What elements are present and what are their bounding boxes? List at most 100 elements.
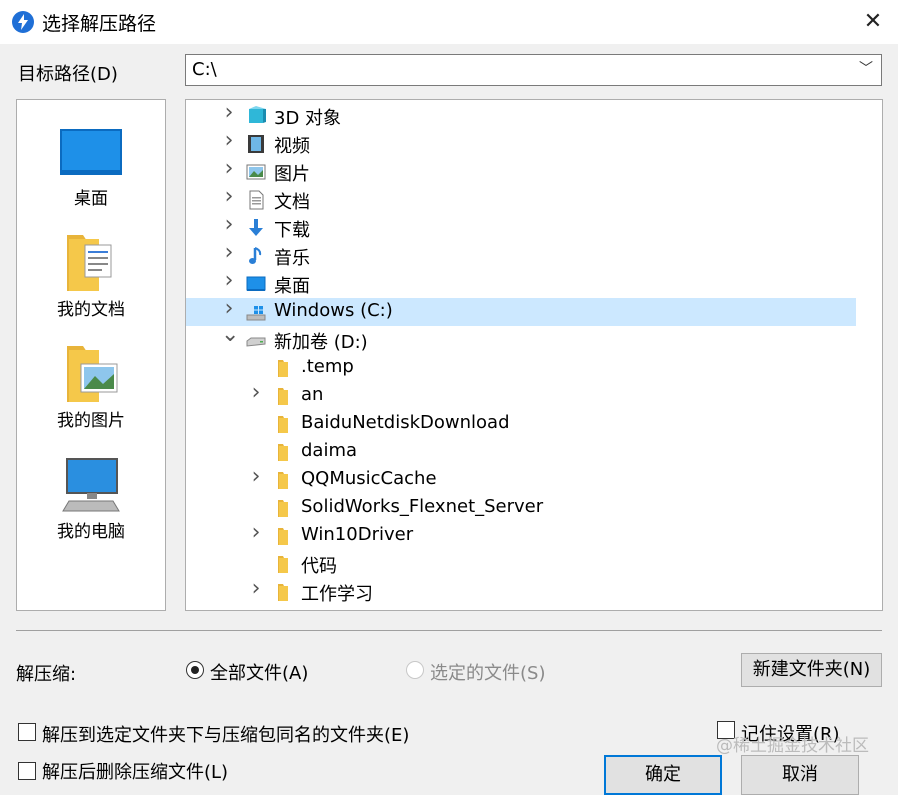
tree-item[interactable]: › QQMusicCache — [186, 464, 856, 494]
watermark: @稀土掘金技术社区 — [716, 736, 869, 756]
folder-icon — [278, 472, 288, 489]
chevron-right-icon[interactable]: › — [248, 380, 264, 405]
quick-access-panel: 桌面 我的文档 我的图片 我的电脑 — [16, 99, 166, 611]
tree-item-label: 工作学习 — [301, 584, 373, 605]
chevron-right-icon[interactable]: › — [221, 184, 237, 209]
quick-access-label: 桌面 — [74, 189, 108, 209]
tree-item[interactable]: › Windows (C:) — [186, 296, 856, 326]
chevron-right-icon[interactable]: › — [248, 576, 264, 601]
tree-item-label: Win10Driver — [301, 524, 414, 545]
chevron-right-icon[interactable]: › — [221, 212, 237, 237]
tree-item[interactable]: › 3D 对象 — [186, 100, 856, 130]
extract-same-name-label[interactable]: 解压到选定文件夹下与压缩包同名的文件夹(E) — [42, 721, 409, 747]
path-label: 目标路径(D) — [18, 64, 118, 85]
computer-icon — [62, 458, 120, 512]
folder-tree[interactable]: › 3D 对象 › 视频 › 图片 › 文档 › 下载 › 音乐 › 桌面 › Windows (C:) ⌄ 新加… — [185, 99, 883, 611]
tree-item[interactable]: › 视频 — [186, 128, 856, 158]
pictures-folder-icon — [67, 346, 118, 402]
cancel-button[interactable]: 取消 — [741, 755, 859, 795]
quick-access-pictures[interactable]: 我的图片 — [17, 334, 165, 434]
folder-icon — [278, 388, 288, 405]
tree-item-label: BaiduNetdiskDownload — [301, 412, 510, 433]
tree-item[interactable]: › 下载 — [186, 212, 856, 242]
drive-icon — [246, 337, 266, 347]
videos-icon — [248, 135, 264, 153]
tree-item[interactable]: › 图片 — [186, 156, 856, 186]
window-title: 选择解压路径 — [42, 13, 157, 35]
new-folder-button[interactable]: 新建文件夹(N) — [741, 653, 882, 687]
windows-drive-icon — [246, 306, 266, 321]
title-bar: 选择解压路径 ✕ — [0, 0, 898, 44]
chevron-right-icon[interactable]: › — [221, 156, 237, 181]
quick-access-label: 我的文档 — [57, 300, 125, 320]
tree-item-label: 视频 — [274, 136, 310, 157]
tree-item-label: an — [301, 384, 324, 405]
app-lightning-icon — [12, 11, 34, 33]
tree-item[interactable]: daima — [186, 438, 856, 466]
tree-item-label: SolidWorks_Flexnet_Server — [301, 496, 544, 517]
path-value[interactable]: C:\ — [192, 59, 217, 80]
all-files-label[interactable]: 全部文件(A) — [210, 659, 308, 685]
quick-access-documents[interactable]: 我的文档 — [17, 223, 165, 323]
selected-files-radio[interactable] — [406, 661, 424, 679]
tree-item[interactable]: SolidWorks_Flexnet_Server — [186, 494, 856, 522]
quick-access-desktop[interactable]: 桌面 — [17, 112, 165, 212]
tree-item[interactable]: › an — [186, 380, 856, 410]
ok-button[interactable]: 确定 — [604, 755, 722, 795]
tree-item[interactable]: ⌄ 新加卷 (D:) — [186, 322, 856, 354]
extract-same-name-checkbox[interactable] — [18, 723, 36, 741]
chevron-right-icon[interactable]: › — [221, 268, 237, 293]
tree-item[interactable]: › 桌面 — [186, 268, 856, 298]
chevron-right-icon[interactable]: › — [221, 240, 237, 265]
chevron-right-icon[interactable]: › — [221, 100, 237, 125]
folder-icon — [278, 360, 288, 377]
delete-after-label[interactable]: 解压后删除压缩文件(L) — [42, 758, 228, 784]
tree-item[interactable]: BaiduNetdiskDownload — [186, 410, 856, 438]
tree-item-label: 下载 — [274, 220, 310, 241]
close-button[interactable]: ✕ — [852, 4, 894, 40]
tree-item-label: 新加卷 (D:) — [274, 332, 368, 353]
tree-item-label: QQMusicCache — [301, 468, 437, 489]
desktop-icon — [246, 276, 266, 291]
tree-item-label: 图片 — [274, 164, 310, 185]
selected-files-label[interactable]: 选定的文件(S) — [430, 659, 545, 685]
quick-access-computer[interactable]: 我的电脑 — [17, 445, 165, 545]
tree-item[interactable]: › Win10Driver — [186, 520, 856, 550]
tree-item-label: 文档 — [274, 192, 310, 213]
delete-after-checkbox[interactable] — [18, 762, 36, 780]
chevron-down-icon[interactable]: ﹀ — [859, 58, 873, 78]
divider — [16, 630, 882, 631]
tree-item[interactable]: .temp — [186, 354, 856, 382]
pictures-icon — [246, 164, 266, 180]
folder-icon — [278, 500, 288, 517]
extract-label: 解压缩: — [16, 664, 77, 685]
folder-icon — [278, 584, 288, 601]
folder-icon — [278, 444, 288, 461]
3d-objects-icon — [249, 106, 266, 123]
tree-item-label: 代码 — [301, 556, 337, 577]
folder-icon — [278, 556, 288, 573]
chevron-right-icon[interactable]: › — [248, 464, 264, 489]
documents-icon — [249, 190, 264, 210]
folder-icon — [278, 416, 288, 433]
tree-item-label: Windows (C:) — [274, 300, 393, 321]
folder-icon — [278, 528, 288, 545]
tree-item[interactable]: › 工作学习 — [186, 576, 856, 606]
chevron-down-icon[interactable]: ⌄ — [221, 322, 239, 347]
tree-item[interactable]: 代码 — [186, 550, 856, 578]
chevron-right-icon[interactable]: › — [221, 128, 237, 153]
desktop-icon — [60, 129, 122, 175]
chevron-right-icon[interactable]: › — [221, 296, 237, 321]
quick-access-label: 我的电脑 — [57, 522, 125, 542]
tree-item[interactable]: › 音乐 — [186, 240, 856, 270]
quick-access-label: 我的图片 — [57, 411, 125, 431]
tree-item[interactable]: › 文档 — [186, 184, 856, 214]
downloads-icon — [249, 219, 263, 236]
tree-item-label: daima — [301, 440, 358, 461]
close-icon: ✕ — [863, 9, 883, 34]
tree-item-label: 3D 对象 — [274, 108, 342, 129]
tree-item-label: 桌面 — [274, 276, 310, 297]
chevron-right-icon[interactable]: › — [248, 520, 264, 545]
all-files-radio[interactable] — [186, 661, 204, 679]
path-combobox[interactable]: C:\ ﹀ — [185, 54, 882, 86]
